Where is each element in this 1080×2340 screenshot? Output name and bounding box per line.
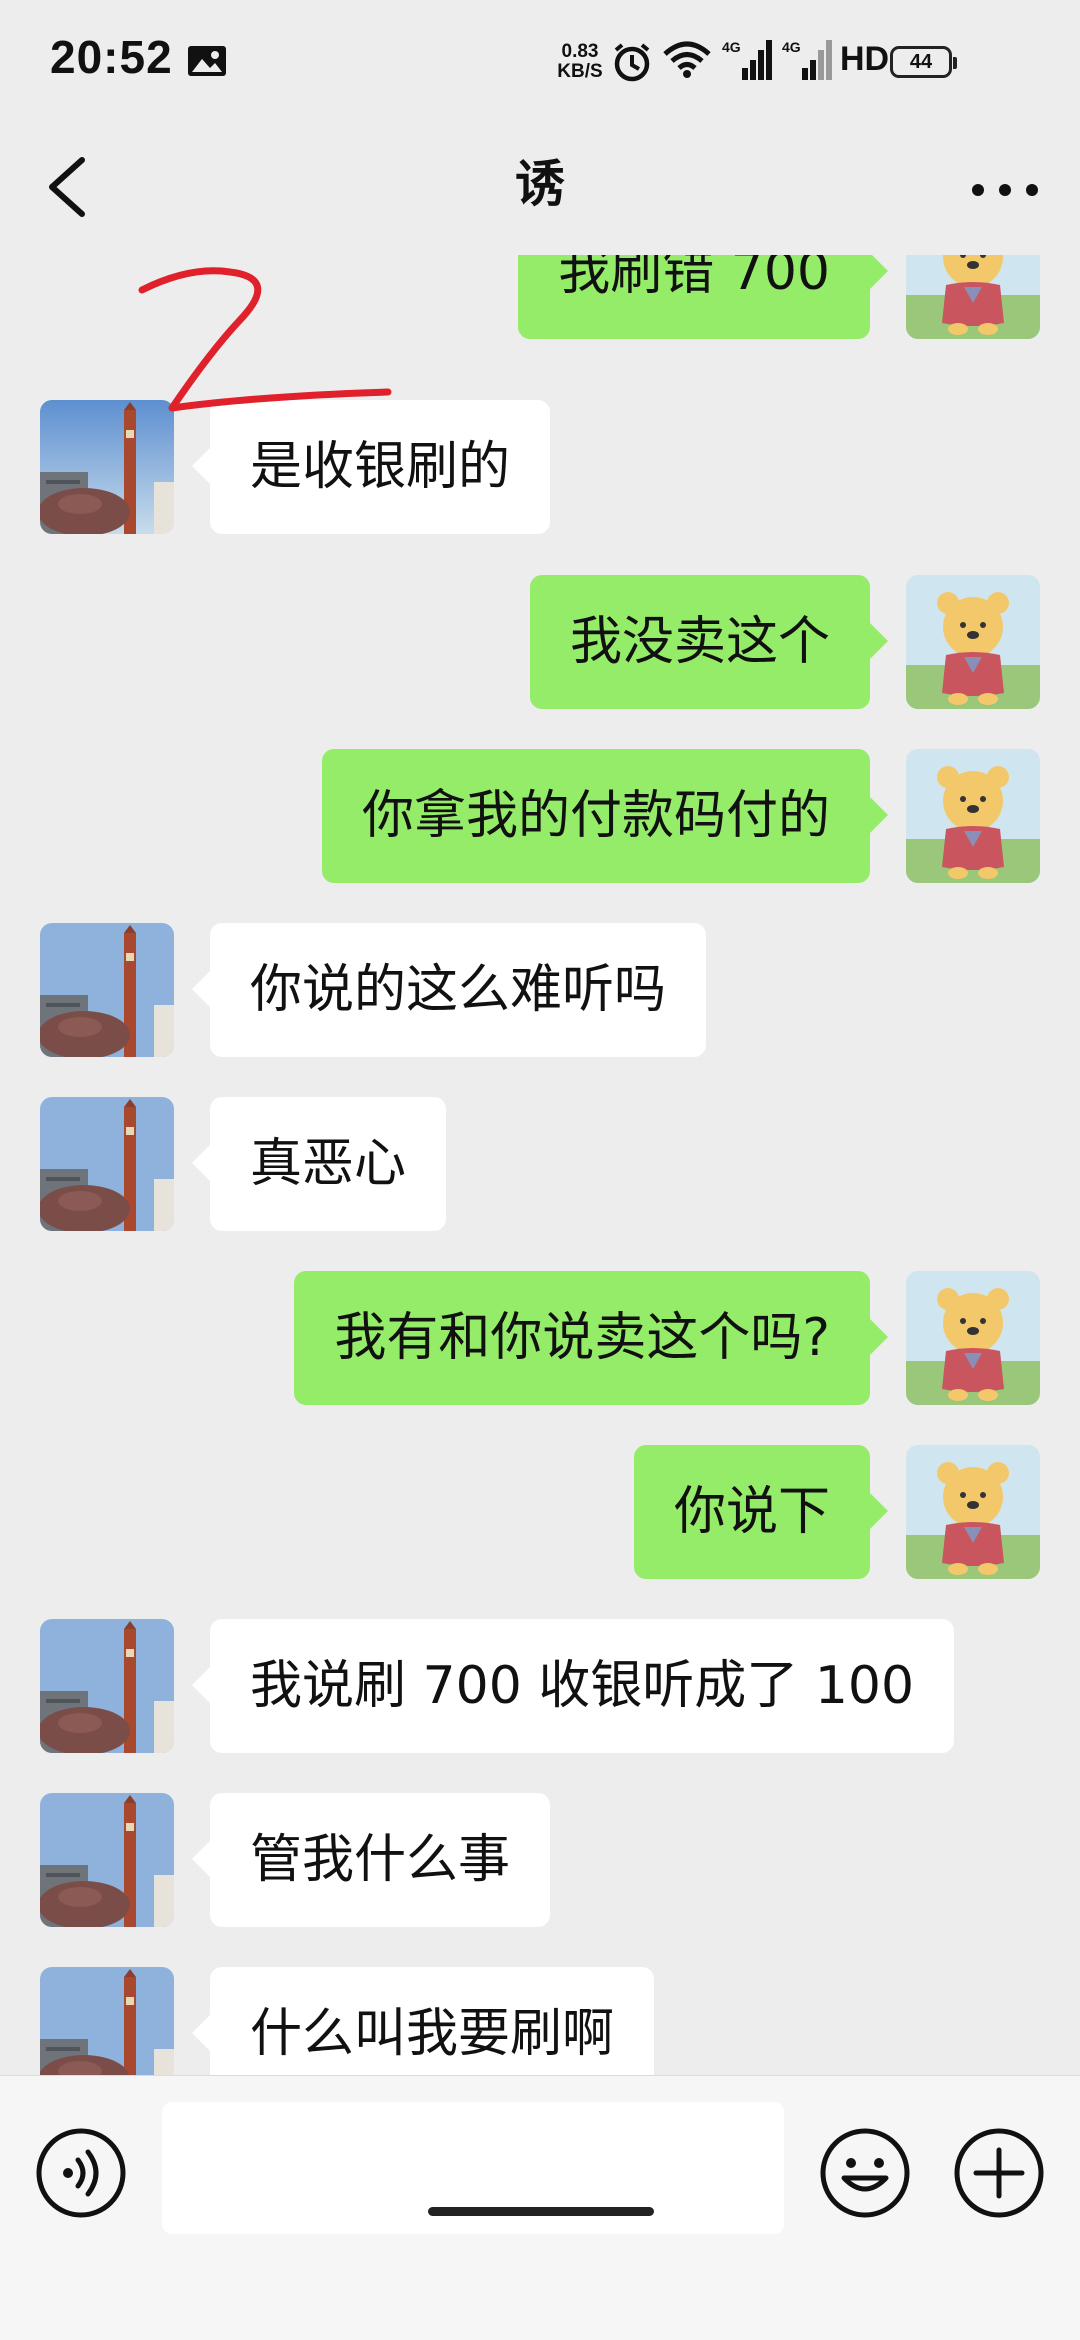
more-button[interactable] <box>960 150 1050 230</box>
message-row: 真恶心 <box>0 1097 1080 1231</box>
pooh-bear-avatar <box>906 749 1040 883</box>
message-row: 管我什么事 <box>0 1793 1080 1927</box>
chat-message-list[interactable]: 我刷错 700 是收银刷的 我没卖这个 你拿我的付款码付的 你说的这么难听吗 真… <box>0 255 1080 2075</box>
clock-tower-avatar <box>40 1793 174 1927</box>
voice-icon <box>36 2128 126 2218</box>
self-avatar[interactable] <box>906 749 1040 883</box>
message-row: 你说的这么难听吗 <box>0 923 1080 1057</box>
contact-avatar[interactable] <box>40 400 174 534</box>
clock-tower-avatar <box>40 400 174 534</box>
message-row: 我没卖这个 <box>0 575 1080 709</box>
contact-avatar[interactable] <box>40 923 174 1057</box>
self-avatar[interactable] <box>906 1445 1040 1579</box>
network-speed-value: 0.83 <box>561 41 599 62</box>
contact-avatar[interactable] <box>40 1619 174 1753</box>
clock-tower-avatar <box>40 1619 174 1753</box>
contact-avatar[interactable] <box>40 1097 174 1231</box>
self-avatar[interactable] <box>906 255 1040 339</box>
message-row: 是收银刷的 <box>0 400 1080 534</box>
self-avatar[interactable] <box>906 1271 1040 1405</box>
wifi-icon <box>663 41 711 78</box>
plus-icon <box>954 2128 1044 2218</box>
message-bubble[interactable]: 你拿我的付款码付的 <box>321 749 889 883</box>
battery-indicator: 44 <box>890 46 957 78</box>
clock-tower-avatar <box>40 1097 174 1231</box>
clock-tower-avatar <box>40 1967 174 2075</box>
message-row: 你说下 <box>0 1445 1080 1579</box>
message-row: 什么叫我要刷啊 <box>0 1967 1080 2075</box>
pooh-bear-avatar <box>906 255 1040 339</box>
message-bubble[interactable]: 我说刷 700 收银听成了 100 <box>191 1619 955 1753</box>
pooh-bear-avatar <box>906 1445 1040 1579</box>
emoji-button[interactable] <box>818 2126 912 2220</box>
status-time: 20:52 <box>50 31 173 83</box>
message-row: 我说刷 700 收银听成了 100 <box>0 1619 1080 1753</box>
message-bubble[interactable]: 我有和你说卖这个吗? <box>294 1271 888 1405</box>
network-speed-unit: KB/S <box>557 61 603 82</box>
message-row: 你拿我的付款码付的 <box>0 749 1080 883</box>
message-bubble[interactable]: 是收银刷的 <box>191 400 551 534</box>
plus-button[interactable] <box>952 2126 1046 2220</box>
chat-title: 诱 <box>515 155 565 213</box>
emoji-icon <box>820 2128 910 2218</box>
message-bubble[interactable]: 什么叫我要刷啊 <box>191 1967 655 2075</box>
network-speed: 0.83 KB/S <box>555 42 605 82</box>
svg-text:4G: 4G <box>722 39 741 55</box>
message-bubble[interactable]: 我没卖这个 <box>529 575 889 709</box>
more-dots-icon <box>972 184 1038 196</box>
home-indicator[interactable] <box>428 2207 654 2216</box>
pooh-bear-avatar <box>906 575 1040 709</box>
contact-avatar[interactable] <box>40 1793 174 1927</box>
message-bubble[interactable]: 你说下 <box>633 1445 889 1579</box>
voice-button[interactable] <box>34 2126 128 2220</box>
contact-avatar[interactable] <box>40 1967 174 2075</box>
message-bubble[interactable]: 管我什么事 <box>191 1793 551 1927</box>
svg-text:4G: 4G <box>782 39 801 55</box>
clock-tower-avatar <box>40 923 174 1057</box>
message-row: 我有和你说卖这个吗? <box>0 1271 1080 1405</box>
self-avatar[interactable] <box>906 575 1040 709</box>
message-bubble[interactable]: 我刷错 700 <box>518 255 888 339</box>
message-bubble[interactable]: 你说的这么难听吗 <box>191 923 707 1057</box>
hd-label: HD <box>840 40 890 78</box>
handwritten-annotation <box>138 267 392 412</box>
pooh-bear-avatar <box>906 1271 1040 1405</box>
signal-4g-icon: 4G <box>722 39 772 80</box>
picture-notification-icon <box>188 46 226 76</box>
message-bubble[interactable]: 真恶心 <box>191 1097 447 1231</box>
signal-4g-icon: 4G <box>782 39 832 80</box>
alarm-icon <box>614 43 650 82</box>
status-bar: 20:52 0.83 KB/S 4G 4G HD 44 <box>0 0 1080 120</box>
chat-header: 诱 <box>0 120 1080 260</box>
